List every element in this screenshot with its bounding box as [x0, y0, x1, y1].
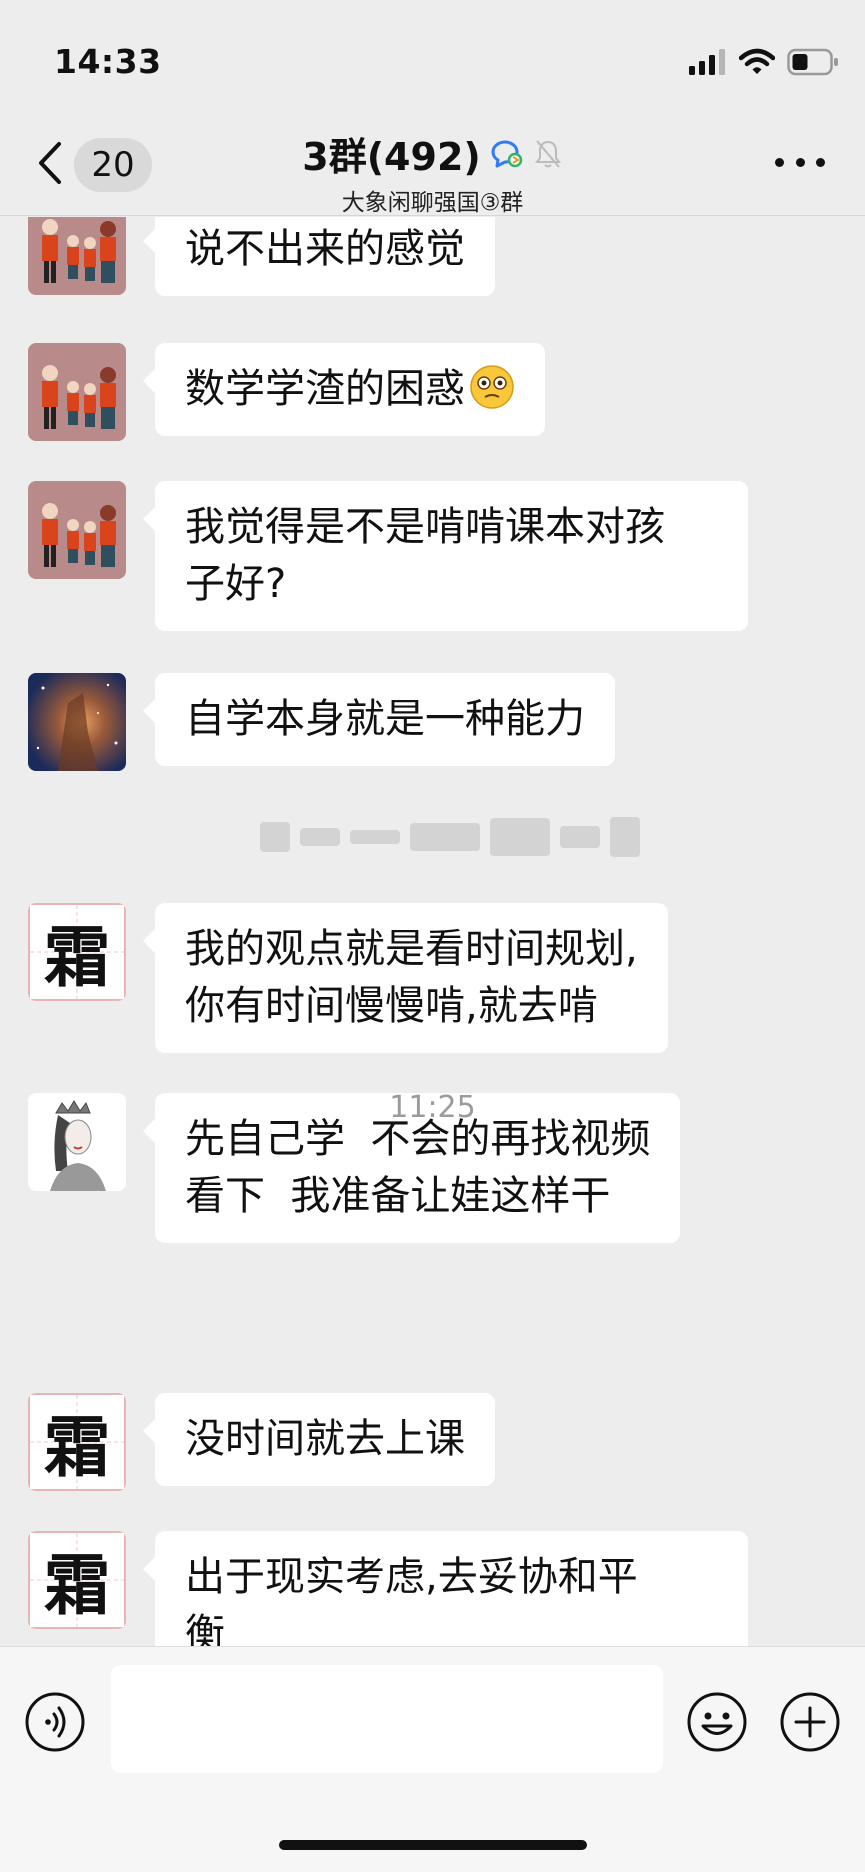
more-options-button[interactable] — [775, 142, 825, 182]
family-avatar[interactable] — [28, 481, 126, 579]
dot-icon — [816, 157, 825, 167]
dot-icon — [775, 157, 784, 167]
galaxy-nebula-icon — [28, 673, 126, 771]
message-bubble[interactable]: 出于现实考虑,去妥协和平 衡 — [143, 1531, 748, 1646]
message-bubble[interactable]: 我觉得是不是啃啃课本对孩 子好? — [143, 481, 748, 631]
chat-title-area: 3群(492) 大象闲聊强国③群 — [0, 126, 865, 217]
timestamp: 11:25 — [389, 1090, 476, 1125]
battery-icon — [787, 48, 838, 76]
chat-subtitle: 大象闲聊强国③群 — [341, 190, 524, 216]
shuang-avatar[interactable]: 霜 — [28, 1393, 126, 1491]
message-text: 先自己学 不会的再找视频 看下 我准备让娃这样干 — [185, 1116, 651, 1219]
shuang-avatar[interactable]: 霜 — [28, 1531, 126, 1629]
dot-icon — [795, 157, 805, 167]
shuang-avatar[interactable]: 霜 — [28, 903, 126, 1001]
mute-bell-icon — [534, 139, 561, 168]
message-bubble[interactable]: 自学本身就是一种能力 — [143, 673, 615, 766]
shuang-character-avatar: 霜 — [28, 1393, 126, 1491]
shuang-character-avatar: 霜 — [28, 903, 126, 1001]
chat-title: 3群(492) — [302, 135, 481, 179]
message-text: 没时间就去上课 — [185, 1416, 465, 1462]
avatar-character: 霜 — [44, 1546, 110, 1624]
wifi-icon — [739, 48, 775, 74]
home-indicator[interactable] — [279, 1840, 587, 1850]
family-photo-icon — [28, 343, 126, 441]
family-photo-icon — [28, 217, 126, 295]
blurred-system-notice — [260, 813, 650, 861]
input-bar — [0, 1646, 865, 1872]
message-list[interactable]: 说不出来的感觉 数学学渣的困惑 我觉得是不是啃啃课本对孩 子好? 自学本身就是一… — [0, 217, 865, 1646]
status-bar: 14:33 — [0, 0, 865, 120]
message-text: 我的观点就是看时间规划, 你有时间慢慢啃,就去啃 — [185, 926, 638, 1029]
message-text: 自学本身就是一种能力 — [185, 696, 585, 742]
message-text: 数学学渣的困惑 — [185, 366, 465, 412]
avatar-character: 霜 — [44, 1408, 110, 1486]
message-input[interactable] — [111, 1665, 663, 1773]
message-bubble[interactable]: 我的观点就是看时间规划, 你有时间慢慢啃,就去啃 — [143, 903, 668, 1053]
message-bubble[interactable]: 说不出来的感觉 — [143, 217, 495, 296]
message-text: 出于现实考虑,去妥协和平 衡 — [185, 1554, 638, 1646]
emoji-smile-icon[interactable] — [686, 1691, 748, 1753]
cellular-signal-icon — [689, 49, 725, 75]
message-bubble[interactable]: 数学学渣的困惑 — [143, 343, 545, 436]
voice-input-icon[interactable] — [24, 1691, 86, 1753]
family-photo-icon — [28, 481, 126, 579]
galaxy-avatar[interactable] — [28, 673, 126, 771]
message-text: 我觉得是不是啃啃课本对孩 子好? — [185, 504, 665, 607]
family-avatar[interactable] — [28, 217, 126, 295]
woozy-face-emoji-icon — [470, 365, 514, 409]
message-text: 说不出来的感觉 — [185, 226, 465, 272]
status-time: 14:33 — [54, 42, 162, 81]
group-chat-icon — [491, 140, 522, 167]
chat-header: 20 3群(492) 大象闲聊强国③群 — [0, 120, 865, 216]
shuang-character-avatar: 霜 — [28, 1531, 126, 1629]
status-icons — [689, 46, 839, 78]
plus-icon[interactable] — [779, 1691, 841, 1753]
avatar-character: 霜 — [44, 918, 110, 996]
message-bubble[interactable]: 没时间就去上课 — [143, 1393, 495, 1486]
family-avatar[interactable] — [28, 343, 126, 441]
